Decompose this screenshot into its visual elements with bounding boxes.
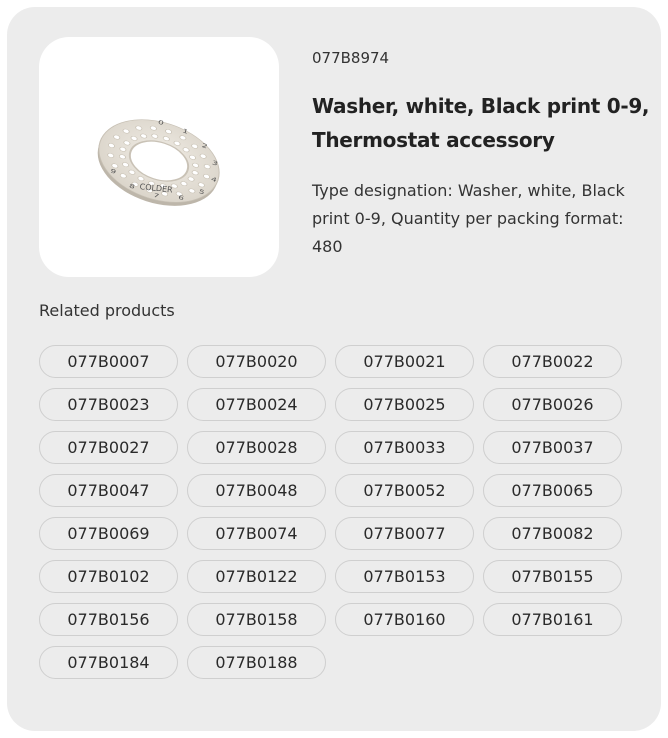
related-product-chip[interactable]: 077B0020	[187, 345, 326, 378]
related-product-chip[interactable]: 077B0156	[39, 603, 178, 636]
related-product-chip[interactable]: 077B0155	[483, 560, 622, 593]
related-product-chip[interactable]: 077B0027	[39, 431, 178, 464]
related-product-chip[interactable]: 077B0022	[483, 345, 622, 378]
related-product-chip[interactable]: 077B0023	[39, 388, 178, 421]
related-product-chip[interactable]: 077B0184	[39, 646, 178, 679]
related-product-chip[interactable]: 077B0025	[335, 388, 474, 421]
related-product-chip[interactable]: 077B0158	[187, 603, 326, 636]
related-product-chip[interactable]: 077B0037	[483, 431, 622, 464]
related-product-chip[interactable]: 077B0077	[335, 517, 474, 550]
product-description: Type designation: Washer, white, Black p…	[312, 181, 625, 256]
related-product-chip[interactable]: 077B0074	[187, 517, 326, 550]
related-product-chip[interactable]: 077B0026	[483, 388, 622, 421]
product-title: Washer, white, Black print 0-9, Thermost…	[312, 94, 650, 152]
related-product-chip[interactable]: 077B0188	[187, 646, 326, 679]
related-product-chip[interactable]: 077B0153	[335, 560, 474, 593]
related-product-chip[interactable]: 077B0047	[39, 474, 178, 507]
related-products-heading: Related products	[39, 301, 175, 320]
related-product-chip[interactable]: 077B0021	[335, 345, 474, 378]
product-image: 0123456789 COLDER	[39, 37, 279, 277]
related-product-chip[interactable]: 077B0122	[187, 560, 326, 593]
related-product-chip[interactable]: 077B0028	[187, 431, 326, 464]
related-product-chip[interactable]: 077B0024	[187, 388, 326, 421]
related-product-chip[interactable]: 077B0102	[39, 560, 178, 593]
related-product-chip[interactable]: 077B0033	[335, 431, 474, 464]
product-card: 0123456789 COLDER 077B8974 Washer, white…	[7, 7, 661, 731]
related-product-chip[interactable]: 077B0065	[483, 474, 622, 507]
related-product-chip[interactable]: 077B0160	[335, 603, 474, 636]
related-product-chip[interactable]: 077B0082	[483, 517, 622, 550]
related-product-chip[interactable]: 077B0052	[335, 474, 474, 507]
related-product-chip[interactable]: 077B0161	[483, 603, 622, 636]
related-product-chip[interactable]: 077B0069	[39, 517, 178, 550]
washer-dial-image: 0123456789 COLDER	[97, 118, 220, 206]
related-product-chip[interactable]: 077B0007	[39, 345, 178, 378]
related-product-chip[interactable]: 077B0048	[187, 474, 326, 507]
product-sku: 077B8974	[312, 49, 390, 67]
related-products-list: 077B0007 077B0020 077B0021 077B0022 077B0023…	[39, 345, 627, 679]
